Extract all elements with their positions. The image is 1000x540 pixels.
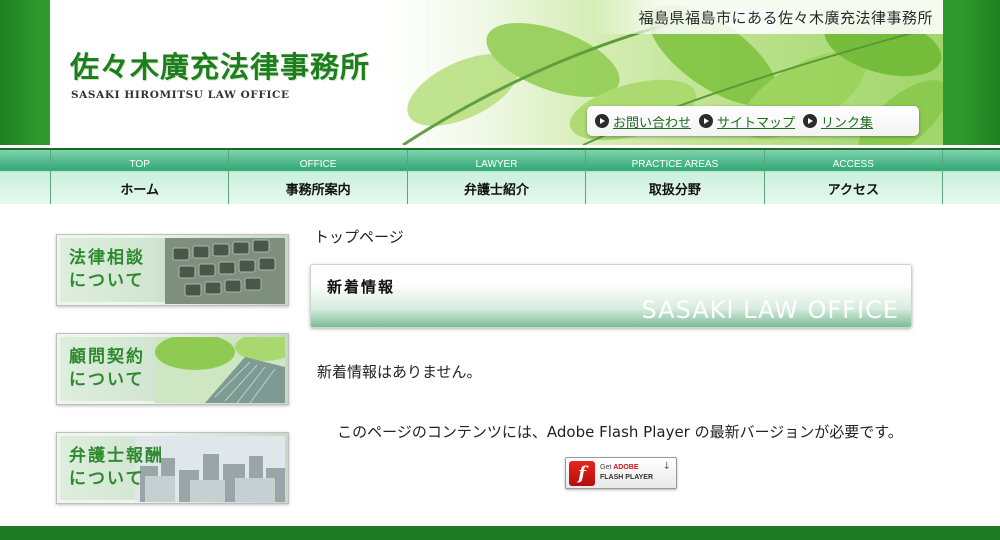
sitemap-link[interactable]: サイトマップ <box>699 112 795 131</box>
play-bullet-icon <box>803 114 818 128</box>
contact-link-label[interactable]: お問い合わせ <box>613 112 691 131</box>
footer-band <box>0 526 1000 540</box>
news-heading-box: 新着情報 SASAKI LAW OFFICE <box>310 264 912 328</box>
breadcrumb: トップページ <box>314 228 404 246</box>
nav-item-top[interactable]: TOP ホーム <box>51 150 230 204</box>
nav-item-jp[interactable]: 事務所案内 <box>229 174 406 198</box>
office-building-image <box>155 337 285 403</box>
flash-logo-icon: f <box>569 461 595 486</box>
nav-item-jp[interactable]: 弁護士紹介 <box>408 174 585 198</box>
flash-adobe-label: ADOBE <box>613 464 639 471</box>
lawyer-fees-banner[interactable]: 弁護士報酬 について <box>56 432 289 504</box>
play-bullet-icon <box>699 114 714 128</box>
flash-player-label: FLASH PLAYER <box>600 474 654 481</box>
banner-label[interactable]: 顧問契約 について <box>69 346 145 392</box>
site-header: 福島県福島市にある佐々木廣充法律事務所 佐々木廣充法律事務所 SASAKI HI… <box>50 0 943 145</box>
news-subtitle: SASAKI LAW OFFICE <box>641 296 899 324</box>
nav-item-lawyer[interactable]: LAWYER 弁護士紹介 <box>408 150 587 204</box>
news-title: 新着情報 <box>327 278 396 296</box>
banner-label[interactable]: 弁護士報酬 について <box>69 445 164 491</box>
nav-item-en: OFFICE <box>299 159 337 170</box>
contact-link[interactable]: お問い合わせ <box>595 112 691 131</box>
links-page-link-label[interactable]: リンク集 <box>821 112 873 131</box>
flash-get-label: Get <box>600 464 612 471</box>
nav-item-access[interactable]: ACCESS アクセス <box>765 150 944 204</box>
legal-consultation-banner[interactable]: 法律相談 について <box>56 234 289 306</box>
flash-get-text: Get ADOBE <box>600 464 639 471</box>
site-logo-english: SASAKI HIROMITSU LAW OFFICE <box>71 89 290 101</box>
get-flash-player-button[interactable]: f Get ADOBE FLASH PLAYER ↓ <box>565 457 677 489</box>
advisory-contract-banner[interactable]: 顧問契約 について <box>56 333 289 405</box>
nav-item-jp[interactable]: 取扱分野 <box>586 174 763 198</box>
nav-item-en: LAWYER <box>475 159 518 170</box>
nav-item-jp[interactable]: アクセス <box>765 174 942 198</box>
sitemap-link-label[interactable]: サイトマップ <box>717 112 795 131</box>
links-page-link[interactable]: リンク集 <box>803 112 873 131</box>
nav-item-practice-areas[interactable]: PRACTICE AREAS 取扱分野 <box>586 150 765 204</box>
nav-item-en: TOP <box>129 159 150 170</box>
nav-item-office[interactable]: OFFICE 事務所案内 <box>229 150 408 204</box>
keyboard-image <box>165 238 285 304</box>
nav-item-jp[interactable]: ホーム <box>51 174 228 198</box>
play-bullet-icon <box>595 114 609 128</box>
nav-items: TOP ホーム OFFICE 事務所案内 LAWYER 弁護士紹介 PRACTI… <box>50 150 944 204</box>
main-nav: TOP ホーム OFFICE 事務所案内 LAWYER 弁護士紹介 PRACTI… <box>0 148 1000 204</box>
no-news-message: 新着情報はありません。 <box>317 363 482 381</box>
site-tagline: 福島県福島市にある佐々木廣充法律事務所 <box>638 9 933 27</box>
header-links: お問い合わせ サイトマップ リンク集 <box>587 106 919 136</box>
nav-item-en: ACCESS <box>832 159 874 170</box>
flash-required-message: このページのコンテンツには、Adobe Flash Player の最新バージョ… <box>337 423 903 441</box>
download-arrow-icon: ↓ <box>662 461 671 472</box>
site-logo[interactable]: 佐々木廣充法律事務所 <box>70 44 370 86</box>
banner-label[interactable]: 法律相談 について <box>69 247 145 293</box>
nav-item-en: PRACTICE AREAS <box>631 159 719 170</box>
